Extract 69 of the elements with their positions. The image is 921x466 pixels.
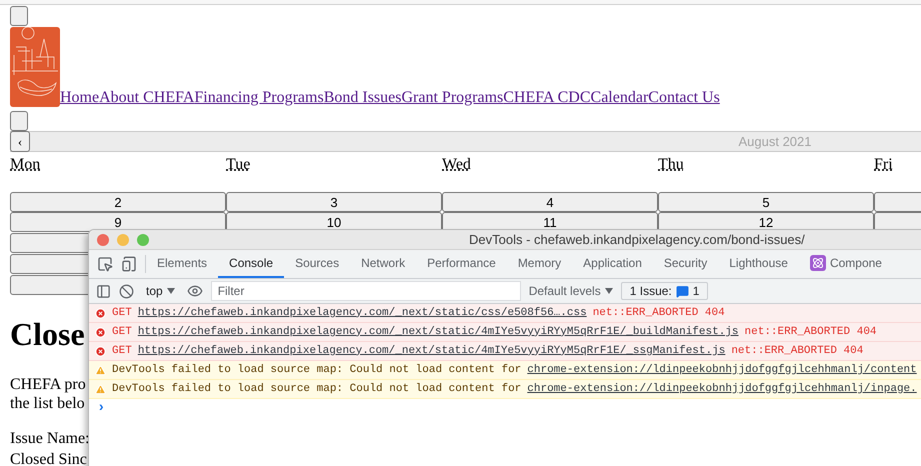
issues-button[interactable]: 1 Issue: 1	[620, 282, 708, 300]
day-cell[interactable]: 2	[10, 192, 226, 212]
devtools-tab[interactable]: Security	[652, 250, 718, 278]
day-cell[interactable]: 9	[10, 212, 226, 232]
nav-link[interactable]: Home	[60, 89, 100, 107]
devtools-tab[interactable]: Memory	[506, 250, 572, 278]
message-status: net::ERR_ABORTED 404	[592, 306, 725, 321]
clear-console-icon[interactable]	[119, 284, 134, 298]
devtools-tab[interactable]: Lighthouse	[718, 250, 799, 278]
source-map-link[interactable]: chrome-extension://ldinpeekobnhjjdofggfgjlcehhmanlj/content	[527, 362, 917, 378]
source-map-link[interactable]: chrome-extension://ldinpeekobnhjjdofggfgjlcehhmanlj/inpage.	[527, 380, 917, 398]
devtools-tab[interactable]: Network	[350, 250, 416, 278]
previous-month-button[interactable]: ‹	[10, 131, 30, 152]
page-heading: Close	[10, 316, 85, 353]
weekday-label: Wed	[442, 156, 471, 173]
devtools-tab[interactable]: Sources	[284, 250, 350, 278]
message-method: GET	[112, 324, 132, 340]
error-icon	[95, 346, 106, 356]
nav-link[interactable]: Grant Programs	[401, 89, 504, 107]
message-method: GET	[112, 306, 132, 321]
field-label: Issue Name:	[10, 429, 90, 449]
message-status: net::ERR_ABORTED 404	[744, 324, 877, 340]
nav-link[interactable]: About CHEFA	[99, 89, 194, 107]
resource-link[interactable]: https://chefaweb.inkandpixelagency.com/_next/static/4mIYe5vyyiRYyM5qRrF1E/_ssgManifest.js	[138, 342, 726, 360]
console-prompt[interactable]: ›	[97, 398, 106, 419]
weekday-label: Tue	[226, 156, 250, 173]
month-label: August 2021	[738, 132, 812, 151]
paragraph-line: the list belo	[10, 394, 85, 413]
eye-icon[interactable]	[186, 283, 203, 299]
devtools-tab[interactable]: Elements	[146, 250, 218, 278]
empty-button[interactable]	[10, 6, 28, 26]
warning-icon	[95, 364, 106, 376]
react-icon	[810, 255, 826, 271]
message-text: DevTools failed to load source map: Could not load content for	[112, 362, 522, 378]
devtools-tab[interactable]: Compone	[798, 250, 893, 278]
close-window-button[interactable]	[97, 234, 109, 246]
filter-field[interactable]: Filter	[210, 281, 521, 301]
day-cell[interactable]: 5	[658, 192, 874, 212]
inspect-icon[interactable]	[97, 256, 113, 272]
devtools-tab[interactable]: Application	[572, 250, 653, 278]
issue-icon	[676, 284, 689, 298]
nav-link[interactable]: Financing Programs	[194, 89, 324, 107]
device-toolbar-icon[interactable]	[121, 256, 137, 272]
context-dropdown[interactable]: top	[142, 282, 179, 300]
resource-link[interactable]: https://chefaweb.inkandpixelagency.com/_next/static/css/e508f56….css	[138, 304, 587, 322]
warning-icon	[95, 384, 106, 394]
nav-link[interactable]: Contact Us	[648, 89, 720, 107]
devtools-tab[interactable]: Performance	[416, 250, 507, 278]
resource-link[interactable]: https://chefaweb.inkandpixelagency.com/_next/static/4mIYe5vyyiRYyM5qRrF1E/_buildManifest.js	[138, 324, 739, 340]
paragraph-line: CHEFA pro	[10, 375, 86, 394]
message-text: DevTools failed to load source map: Could not load content for	[112, 382, 522, 397]
levels-dropdown[interactable]: Default levels	[528, 282, 613, 300]
window-title: DevTools - chefaweb.inkandpixelagency.com/bond-issues/	[469, 230, 805, 249]
sidebar-icon[interactable]	[96, 284, 111, 298]
message-status: net::ERR_ABORTED 404	[731, 344, 864, 359]
weekday-label: Thu	[658, 156, 684, 173]
error-icon	[95, 326, 106, 338]
nav-link[interactable]: Calendar	[590, 89, 648, 107]
day-cell[interactable]: 4	[442, 192, 658, 212]
day-cell[interactable]: 3	[226, 192, 442, 212]
caret-icon	[604, 288, 613, 294]
message-method: GET	[112, 344, 132, 359]
caret-icon	[166, 288, 175, 294]
weekday-label: Mon	[10, 156, 40, 173]
nav-link[interactable]: Bond Issues	[324, 89, 402, 107]
field-label: Closed Sinc	[10, 450, 87, 466]
nav-link[interactable]: CHEFA CDC	[503, 89, 591, 107]
error-icon	[95, 308, 106, 318]
weekday-label: Fri	[874, 156, 893, 173]
